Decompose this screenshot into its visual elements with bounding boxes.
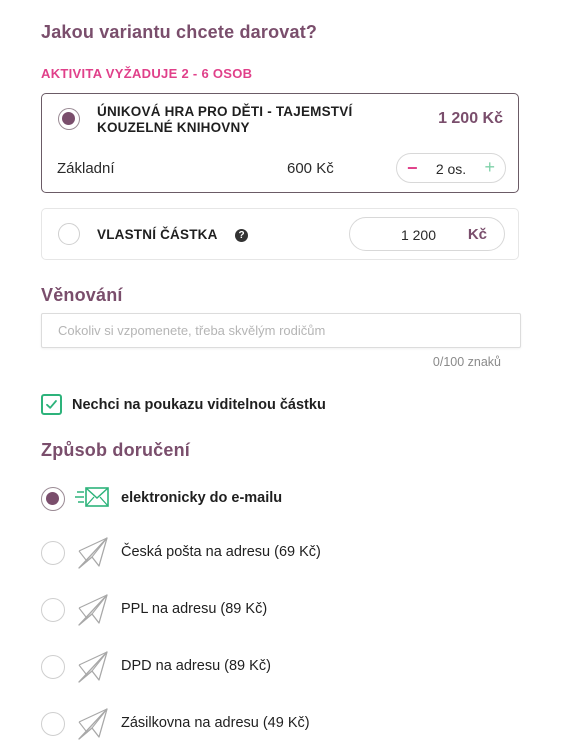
hide-amount-checkbox[interactable] [41,394,62,415]
delivery-ceska-posta-radio[interactable] [41,541,65,565]
variant-title-line2: KOUZELNÉ KNIHOVNY [97,120,250,135]
group-size-requirement: AKTIVITA VYŽADUJE 2 - 6 OSOB [41,66,253,81]
delivery-option-ppl[interactable]: PPL na adresu (89 Kč) [41,594,521,626]
paper-plane-icon [75,707,111,746]
delivery-dpd-label: DPD na adresu (89 Kč) [121,658,271,674]
delivery-zasilkovna-radio[interactable] [41,712,65,736]
check-icon [46,400,57,409]
dedication-char-counter: 0/100 znaků [432,355,501,369]
delivery-option-ceska-posta[interactable]: Česká pošta na adresu (69 Kč) [41,537,521,569]
paper-plane-icon [75,536,111,575]
custom-amount-input[interactable]: 1 200 Kč [349,217,505,251]
variant-title-line1: ÚNIKOVÁ HRA PRO DĚTI - TAJEMSTVÍ [97,104,353,119]
custom-amount-label: VLASTNÍ ČÁSTKA [97,227,218,242]
delivery-option-dpd[interactable]: DPD na adresu (89 Kč) [41,651,521,683]
dedication-heading: Věnování [41,285,123,305]
paper-plane-icon [75,593,111,632]
stepper-plus-button[interactable]: + [484,157,495,178]
custom-amount-radio[interactable] [58,223,80,245]
variant-option-card[interactable]: ÚNIKOVÁ HRA PRO DĚTI - TAJEMSTVÍ KOUZELN… [41,93,519,193]
custom-amount-currency: Kč [467,226,487,243]
delivery-email-label: elektronicky do e-mailu [121,490,283,506]
delivery-ppl-label: PPL na adresu (89 Kč) [121,601,268,617]
custom-amount-card[interactable]: VLASTNÍ ČÁSTKA ? 1 200 Kč [41,208,519,260]
tier-label: Základní [57,160,115,177]
delivery-option-email[interactable]: elektronicky do e-mailu [41,486,521,512]
people-stepper[interactable]: − 2 os. + [396,153,506,183]
variant-option-price: 1 200 Kč [438,110,503,127]
tier-price: 600 Kč [287,160,334,177]
paper-plane-icon [75,650,111,689]
email-send-icon [75,482,111,517]
hide-amount-label[interactable]: Nechci na poukazu viditelnou částku [72,397,326,413]
variant-option-title: ÚNIKOVÁ HRA PRO DĚTI - TAJEMSTVÍ KOUZELN… [97,104,352,136]
variant-heading: Jakou variantu chcete darovat? [41,22,318,42]
delivery-email-radio[interactable] [41,487,65,511]
delivery-heading: Způsob doručení [41,440,190,460]
delivery-dpd-radio[interactable] [41,655,65,679]
delivery-ppl-radio[interactable] [41,598,65,622]
delivery-option-zasilkovna[interactable]: Zásilkovna na adresu (49 Kč) [41,708,521,740]
delivery-ceska-posta-label: Česká pošta na adresu (69 Kč) [121,544,321,560]
help-icon[interactable]: ? [235,229,248,242]
delivery-zasilkovna-label: Zásilkovna na adresu (49 Kč) [121,715,310,731]
custom-amount-value: 1 200 [400,227,436,243]
variant-option-radio[interactable] [58,108,80,130]
dedication-input[interactable] [41,313,521,348]
